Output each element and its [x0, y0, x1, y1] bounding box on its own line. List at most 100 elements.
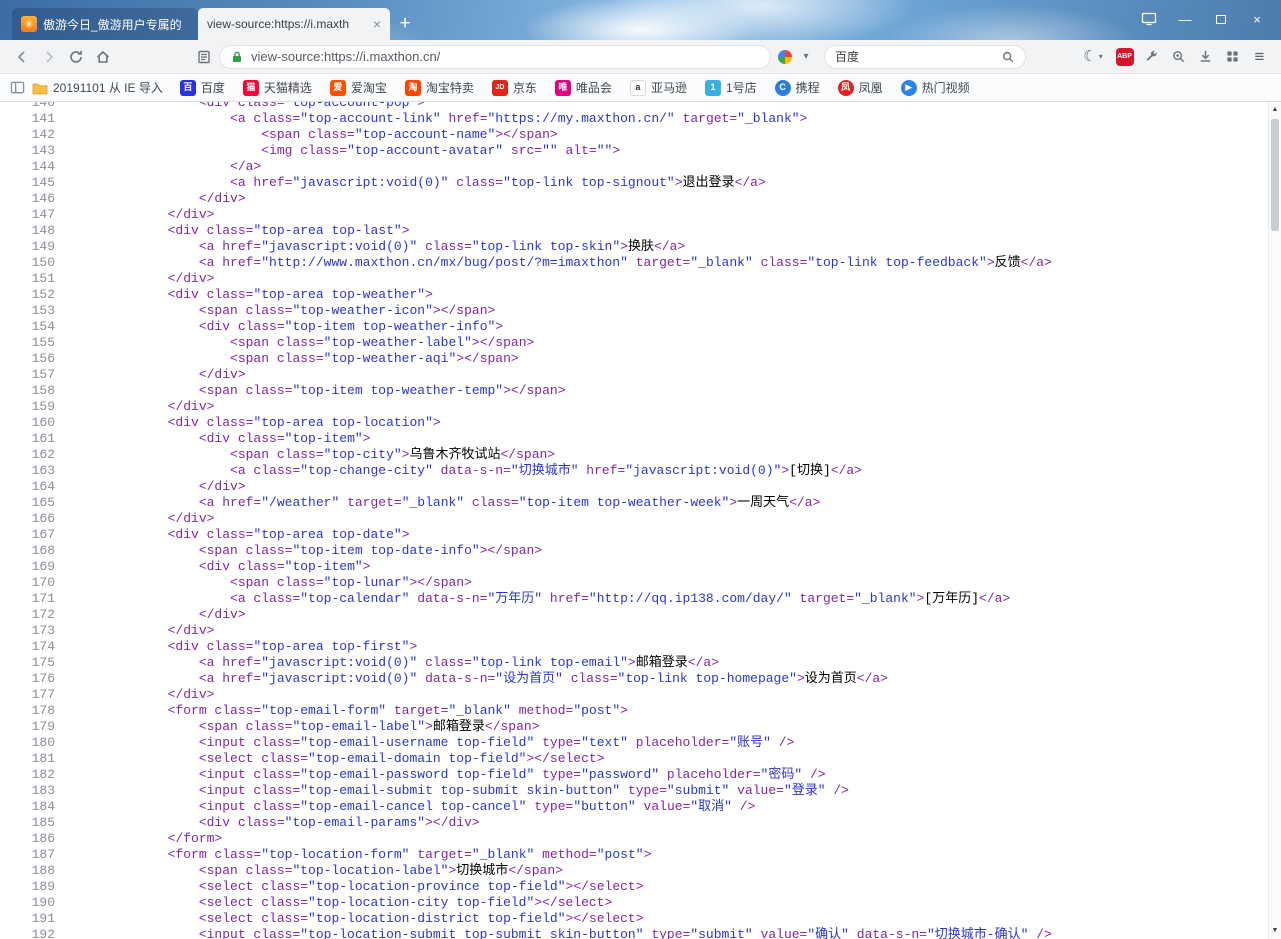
- bookmark-item[interactable]: 淘淘宝特卖: [396, 74, 483, 101]
- find-zoom-button[interactable]: [1165, 44, 1192, 70]
- search-box[interactable]: 百度: [824, 45, 1026, 69]
- line-number: 158: [0, 383, 55, 399]
- line-number: 162: [0, 447, 55, 463]
- source-line: 145 <a href="javascript:void(0)" class="…: [0, 175, 1281, 191]
- sidebar-icon: [10, 80, 25, 95]
- bookmark-label: 凤凰: [859, 82, 883, 94]
- menu-icon: ≡: [1255, 48, 1265, 65]
- source-line-code: <div class="top-account-pop">: [55, 102, 425, 111]
- source-line-code: <span class="top-item top-date-info"></s…: [55, 543, 542, 559]
- source-line-code: <div class="top-item">: [55, 431, 370, 447]
- line-number: 146: [0, 191, 55, 207]
- source-line-code: <div class="top-area top-weather">: [55, 287, 433, 303]
- bookmark-label: 京东: [513, 82, 537, 94]
- line-number: 149: [0, 239, 55, 255]
- bookmark-item[interactable]: C携程: [766, 74, 829, 101]
- tab-maxthon-today[interactable]: ✳ 傲游今日_傲游用户专属的: [12, 8, 198, 40]
- bookmark-favicon-icon: 爱: [330, 80, 346, 96]
- bookmark-label: 天猫精选: [264, 82, 312, 94]
- source-line-code: <input class="top-email-username top-fie…: [55, 735, 794, 751]
- tab-close-icon[interactable]: ×: [373, 17, 381, 31]
- maximize-icon[interactable]: [1207, 7, 1235, 31]
- source-line-code: <div class="top-area top-last">: [55, 223, 410, 239]
- source-line: 167 <div class="top-area top-date">: [0, 527, 1281, 543]
- sidebar-toggle-button[interactable]: [6, 75, 28, 101]
- bookmark-item[interactable]: JD京东: [483, 74, 546, 101]
- source-line: 146 </div>: [0, 191, 1281, 207]
- adblock-button[interactable]: ABP: [1111, 44, 1138, 70]
- bookmark-item[interactable]: ▶热门视频: [892, 74, 979, 101]
- line-number: 148: [0, 223, 55, 239]
- line-number: 153: [0, 303, 55, 319]
- source-line: 157 </div>: [0, 367, 1281, 383]
- source-line-code: <a href="javascript:void(0)" class="top-…: [55, 175, 766, 191]
- bookmark-item[interactable]: 唯唯品会: [546, 74, 621, 101]
- source-line: 147 </div>: [0, 207, 1281, 223]
- line-number: 145: [0, 175, 55, 191]
- bookmark-item[interactable]: 凤凤凰: [829, 74, 892, 101]
- bookmark-folder-ie-import[interactable]: 20191101 从 IE 导入: [28, 74, 171, 101]
- line-number: 143: [0, 143, 55, 159]
- scrollbar-thumb[interactable]: [1271, 119, 1279, 231]
- bookmark-folder-label: 20191101 从 IE 导入: [53, 82, 163, 94]
- reader-mode-button[interactable]: [190, 44, 217, 70]
- url-text[interactable]: view-source:https://i.maxthon.cn/: [251, 49, 440, 64]
- source-line: 178 <form class="top-email-form" target=…: [0, 703, 1281, 719]
- bookmark-item[interactable]: 百百度: [171, 74, 234, 101]
- source-line: 192 <input class="top-location-submit to…: [0, 927, 1281, 939]
- line-number: 170: [0, 575, 55, 591]
- bookmark-favicon-icon: 猫: [243, 80, 259, 96]
- download-button[interactable]: [1192, 44, 1219, 70]
- home-button[interactable]: [89, 44, 116, 70]
- scroll-up-icon[interactable]: ▲: [1269, 105, 1281, 115]
- bookmark-favicon-icon: C: [775, 80, 791, 96]
- tools-button[interactable]: [1138, 44, 1165, 70]
- line-number: 192: [0, 927, 55, 939]
- moon-icon: ☾: [1083, 49, 1096, 64]
- bookmark-item[interactable]: a亚马逊: [621, 74, 696, 101]
- download-icon: [1198, 49, 1213, 64]
- source-line: 163 <a class="top-change-city" data-s-n=…: [0, 463, 1281, 479]
- new-tab-button[interactable]: +: [390, 8, 420, 40]
- apps-button[interactable]: [1219, 44, 1246, 70]
- source-line-code: </form>: [55, 831, 222, 847]
- address-dropdown-button[interactable]: ▾: [798, 44, 814, 70]
- collect-button[interactable]: [771, 44, 798, 70]
- maximize-box: [1216, 15, 1226, 24]
- source-line-code: <select class="top-email-domain top-fiel…: [55, 751, 605, 767]
- forward-button[interactable]: [35, 44, 62, 70]
- line-number: 151: [0, 271, 55, 287]
- search-icon[interactable]: [1001, 50, 1015, 64]
- back-icon: [14, 49, 30, 65]
- line-number: 142: [0, 127, 55, 143]
- line-number: 189: [0, 879, 55, 895]
- line-number: 178: [0, 703, 55, 719]
- source-line-code: <span class="top-weather-aqi"></span>: [55, 351, 519, 367]
- refresh-button[interactable]: [62, 44, 89, 70]
- minimize-icon[interactable]: —: [1171, 7, 1199, 31]
- line-number: 157: [0, 367, 55, 383]
- source-line: 173 </div>: [0, 623, 1281, 639]
- tab-title: 傲游今日_傲游用户专属的: [43, 16, 189, 33]
- scroll-down-icon[interactable]: ▼: [1269, 926, 1281, 936]
- source-line-code: <input class="top-email-cancel top-cance…: [55, 799, 755, 815]
- tab-view-source[interactable]: view-source:https://i.maxth ×: [198, 8, 390, 40]
- source-line-code: </div>: [55, 367, 246, 383]
- source-line: 180 <input class="top-email-username top…: [0, 735, 1281, 751]
- line-number: 172: [0, 607, 55, 623]
- bookmark-item[interactable]: 11号店: [696, 74, 766, 101]
- bookmark-item[interactable]: 爱爱淘宝: [321, 74, 396, 101]
- bookmark-item[interactable]: 猫天猫精选: [234, 74, 321, 101]
- close-icon[interactable]: ×: [1243, 7, 1271, 31]
- menu-button[interactable]: ≡: [1246, 44, 1273, 70]
- address-bar[interactable]: view-source:https://i.maxthon.cn/: [219, 45, 771, 69]
- back-button[interactable]: [8, 44, 35, 70]
- night-mode-button[interactable]: ☾ ▾: [1075, 44, 1111, 70]
- vertical-scrollbar[interactable]: ▲ ▼: [1268, 102, 1281, 939]
- line-number: 176: [0, 671, 55, 687]
- bookmark-label: 1号店: [726, 82, 757, 94]
- line-number: 159: [0, 399, 55, 415]
- boss-key-button[interactable]: [1135, 7, 1163, 31]
- source-line: 183 <input class="top-email-submit top-s…: [0, 783, 1281, 799]
- line-number: 182: [0, 767, 55, 783]
